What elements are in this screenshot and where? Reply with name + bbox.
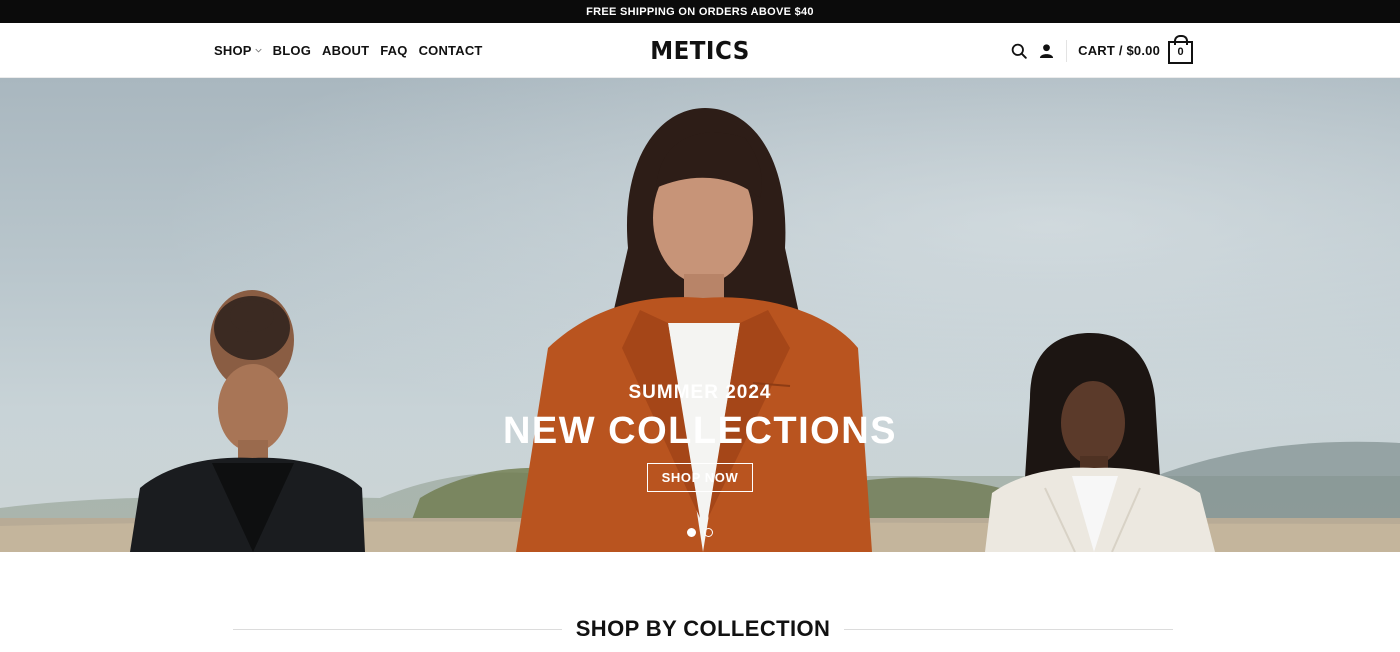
header-actions: CART / $0.00 0 <box>1011 23 1193 78</box>
hero-slider: SUMMER 2024 NEW COLLECTIONS SHOP NOW <box>0 78 1400 552</box>
site-logo[interactable]: METICS <box>646 23 754 78</box>
main-nav: SHOP BLOG ABOUT FAQ CONTACT <box>214 23 483 78</box>
promo-text: FREE SHIPPING ON ORDERS ABOVE $40 <box>586 5 814 18</box>
section-title: SHOP BY COLLECTION <box>575 616 831 641</box>
search-button[interactable] <box>1011 43 1039 59</box>
shop-now-button[interactable]: SHOP NOW <box>646 463 754 492</box>
nav-item-label: BLOG <box>272 43 312 58</box>
nav-item-label: ABOUT <box>322 43 370 58</box>
nav-item-about[interactable]: ABOUT <box>322 43 369 58</box>
heading-divider-right <box>844 628 1173 630</box>
chevron-down-icon <box>255 48 262 53</box>
nav-item-contact[interactable]: CONTACT <box>419 43 483 58</box>
nav-item-label: SHOP <box>214 43 252 58</box>
user-icon <box>1040 44 1054 58</box>
hero-subtitle: SUMMER 2024 <box>628 382 772 403</box>
heading-divider-left <box>233 628 562 630</box>
nav-item-faq[interactable]: FAQ <box>380 43 407 58</box>
cart-link[interactable]: CART / $0.00 <box>1078 43 1160 58</box>
hero-content: SUMMER 2024 NEW COLLECTIONS SHOP NOW <box>0 382 1400 492</box>
slider-dot-1[interactable] <box>687 528 696 537</box>
hero-title: NEW COLLECTIONS <box>502 410 898 452</box>
header-divider <box>1066 39 1068 62</box>
promo-bar: FREE SHIPPING ON ORDERS ABOVE $40 <box>0 0 1400 23</box>
site-header: SHOP BLOG ABOUT FAQ CONTACT METICS CART … <box>0 23 1400 78</box>
cart-count-badge[interactable]: 0 <box>1168 40 1193 64</box>
nav-item-blog[interactable]: BLOG <box>273 43 311 58</box>
nav-item-label: CONTACT <box>418 43 483 58</box>
nav-item-shop[interactable]: SHOP <box>214 43 262 58</box>
slider-dot-2[interactable] <box>704 528 713 537</box>
search-icon <box>1011 43 1027 59</box>
shop-by-collection-heading: SHOP BY COLLECTION <box>233 612 1173 646</box>
account-button[interactable] <box>1039 43 1066 58</box>
nav-item-label: FAQ <box>380 43 408 58</box>
logo-text: METICS <box>650 36 750 65</box>
slider-dots <box>0 528 1400 537</box>
